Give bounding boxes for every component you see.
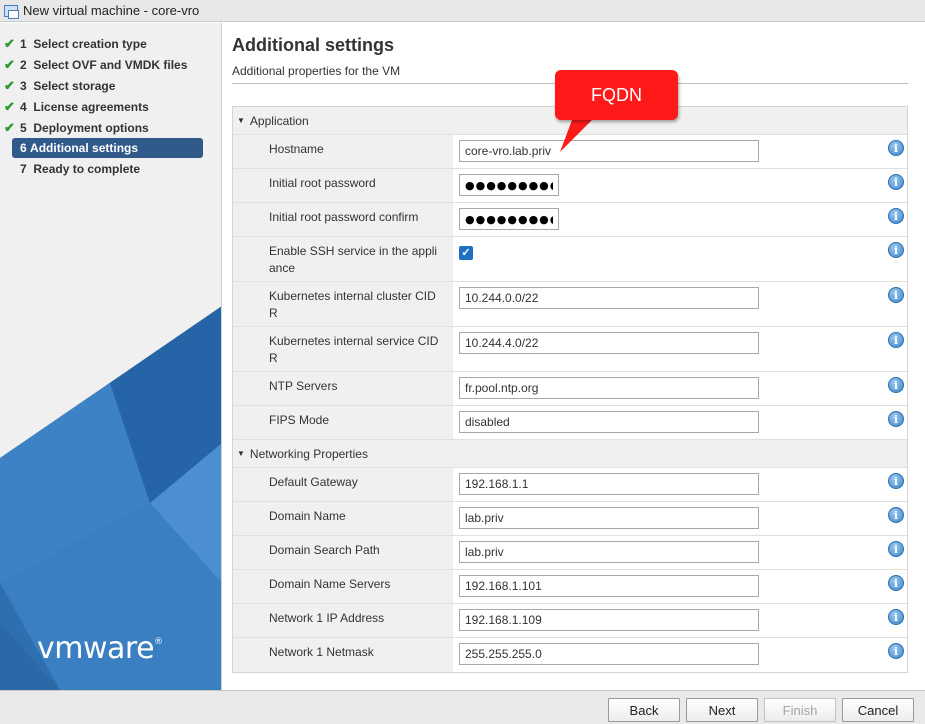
field-label: Network 1 Netmask — [233, 638, 453, 672]
info-icon[interactable]: i — [888, 473, 904, 489]
field-label: Domain Name — [233, 502, 453, 535]
field-label: Hostname — [233, 135, 453, 168]
wizard-step-label: Deployment options — [33, 120, 149, 135]
wizard-step-6[interactable]: 6 Additional settings — [12, 138, 203, 158]
field-label: Kubernetes internal service CID R — [233, 327, 453, 371]
info-icon[interactable]: i — [888, 643, 904, 659]
properties-grid: ▼ Application Hostname i Initial root pa… — [232, 106, 908, 673]
info-icon[interactable]: i — [888, 242, 904, 258]
field-label: NTP Servers — [233, 372, 453, 405]
info-icon[interactable]: i — [888, 507, 904, 523]
wizard-step-5[interactable]: ✔ 5 Deployment options — [0, 117, 205, 138]
domain-search-path-input[interactable] — [459, 541, 759, 563]
info-icon[interactable]: i — [888, 208, 904, 224]
info-icon[interactable]: i — [888, 609, 904, 625]
vmware-logo: vmware® — [37, 631, 163, 666]
info-icon[interactable]: i — [888, 541, 904, 557]
domain-name-input[interactable] — [459, 507, 759, 529]
k8s-cluster-cidr-input[interactable] — [459, 287, 759, 309]
page-subtitle: Additional properties for the VM — [232, 64, 401, 78]
k8s-service-cidr-input[interactable] — [459, 332, 759, 354]
checkmark-icon: ✔ — [4, 77, 15, 93]
section-networking[interactable]: ▼ Networking Properties — [233, 440, 907, 468]
fips-mode-input[interactable] — [459, 411, 759, 433]
row-root-password-confirm: Initial root password confirm i — [233, 203, 907, 237]
hostname-input[interactable] — [459, 140, 759, 162]
row-k8s-cluster-cidr: Kubernetes internal cluster CID R i — [233, 282, 907, 327]
page-title: Additional settings — [232, 35, 394, 55]
wizard-step-1[interactable]: ✔ 1 Select creation type — [0, 33, 205, 54]
network-ip-input[interactable] — [459, 609, 759, 631]
wizard-step-label: Select storage — [33, 78, 116, 93]
default-gateway-input[interactable] — [459, 473, 759, 495]
field-label: Kubernetes internal cluster CID R — [233, 282, 453, 326]
info-icon[interactable]: i — [888, 377, 904, 393]
row-domain-search-path: Domain Search Path i — [233, 536, 907, 570]
back-button[interactable]: Back — [608, 698, 680, 722]
row-network-netmask: Network 1 Netmask i — [233, 638, 907, 672]
row-ntp: NTP Servers i — [233, 372, 907, 406]
field-label: Domain Search Path — [233, 536, 453, 569]
fqdn-callout: FQDN — [555, 70, 678, 120]
wizard-steps: ✔ 1 Select creation type ✔ 2 Select OVF … — [0, 33, 221, 179]
next-button[interactable]: Next — [686, 698, 758, 722]
field-label: Enable SSH service in the appli ance — [233, 237, 453, 281]
row-k8s-service-cidr: Kubernetes internal service CID R i — [233, 327, 907, 372]
wizard-step-label: Select OVF and VMDK files — [33, 57, 188, 72]
info-icon[interactable]: i — [888, 174, 904, 190]
field-label: Initial root password confirm — [233, 203, 453, 236]
row-domain-name-servers: Domain Name Servers i — [233, 570, 907, 604]
wizard-step-2[interactable]: ✔ 2 Select OVF and VMDK files — [0, 54, 205, 75]
finish-button[interactable]: Finish — [764, 698, 836, 722]
root-password-confirm-input[interactable] — [459, 208, 559, 230]
field-label: Network 1 IP Address — [233, 604, 453, 637]
wizard-step-label: Ready to complete — [33, 161, 141, 176]
vm-window-icon — [3, 4, 19, 19]
wizard-step-label: Additional settings — [30, 141, 139, 155]
info-icon[interactable]: i — [888, 411, 904, 427]
collapse-triangle-icon[interactable]: ▼ — [237, 449, 245, 458]
root-password-input[interactable] — [459, 174, 559, 196]
wizard-step-label: License agreements — [33, 99, 149, 114]
title-bar: New virtual machine - core-vro — [0, 0, 925, 22]
field-label: Domain Name Servers — [233, 570, 453, 603]
wizard-step-7[interactable]: 7 Ready to complete — [0, 158, 205, 179]
field-label: Initial root password — [233, 169, 453, 202]
row-ssh: Enable SSH service in the appli ance ✓ i — [233, 237, 907, 282]
domain-name-servers-input[interactable] — [459, 575, 759, 597]
cancel-button[interactable]: Cancel — [842, 698, 914, 722]
wizard-step-4[interactable]: ✔ 4 License agreements — [0, 96, 205, 117]
row-root-password: Initial root password i — [233, 169, 907, 203]
checkmark-icon: ✔ — [4, 35, 15, 51]
collapse-triangle-icon[interactable]: ▼ — [237, 116, 245, 125]
checkmark-icon: ✔ — [4, 56, 15, 72]
wizard-step-3[interactable]: ✔ 3 Select storage — [0, 75, 205, 96]
network-netmask-input[interactable] — [459, 643, 759, 665]
row-fips: FIPS Mode i — [233, 406, 907, 440]
wizard-step-label: Select creation type — [33, 36, 147, 51]
info-icon[interactable]: i — [888, 287, 904, 303]
ntp-servers-input[interactable] — [459, 377, 759, 399]
field-label: Default Gateway — [233, 468, 453, 501]
info-icon[interactable]: i — [888, 140, 904, 156]
wizard-footer: Back Next Finish Cancel — [0, 690, 925, 724]
checkmark-icon: ✔ — [4, 98, 15, 114]
row-network-ip: Network 1 IP Address i — [233, 604, 907, 638]
ssh-checkbox[interactable]: ✓ — [459, 246, 473, 260]
field-label: FIPS Mode — [233, 406, 453, 439]
checkmark-icon: ✔ — [4, 119, 15, 135]
info-icon[interactable]: i — [888, 575, 904, 591]
info-icon[interactable]: i — [888, 332, 904, 348]
wizard-sidebar: ✔ 1 Select creation type ✔ 2 Select OVF … — [0, 23, 222, 690]
row-default-gateway: Default Gateway i — [233, 468, 907, 502]
window-title: New virtual machine - core-vro — [23, 3, 200, 18]
row-domain-name: Domain Name i — [233, 502, 907, 536]
